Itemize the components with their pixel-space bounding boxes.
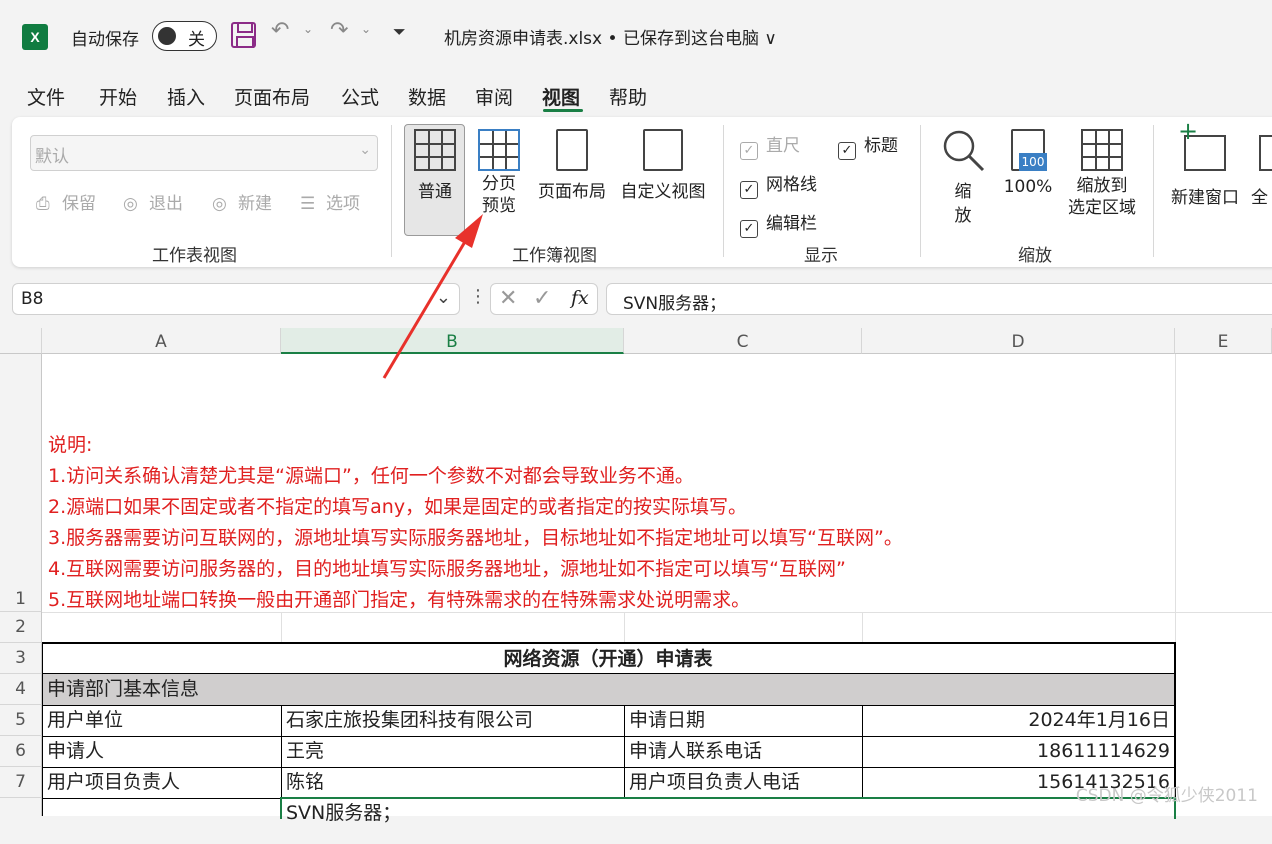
annotation-arrow-icon	[382, 214, 483, 379]
